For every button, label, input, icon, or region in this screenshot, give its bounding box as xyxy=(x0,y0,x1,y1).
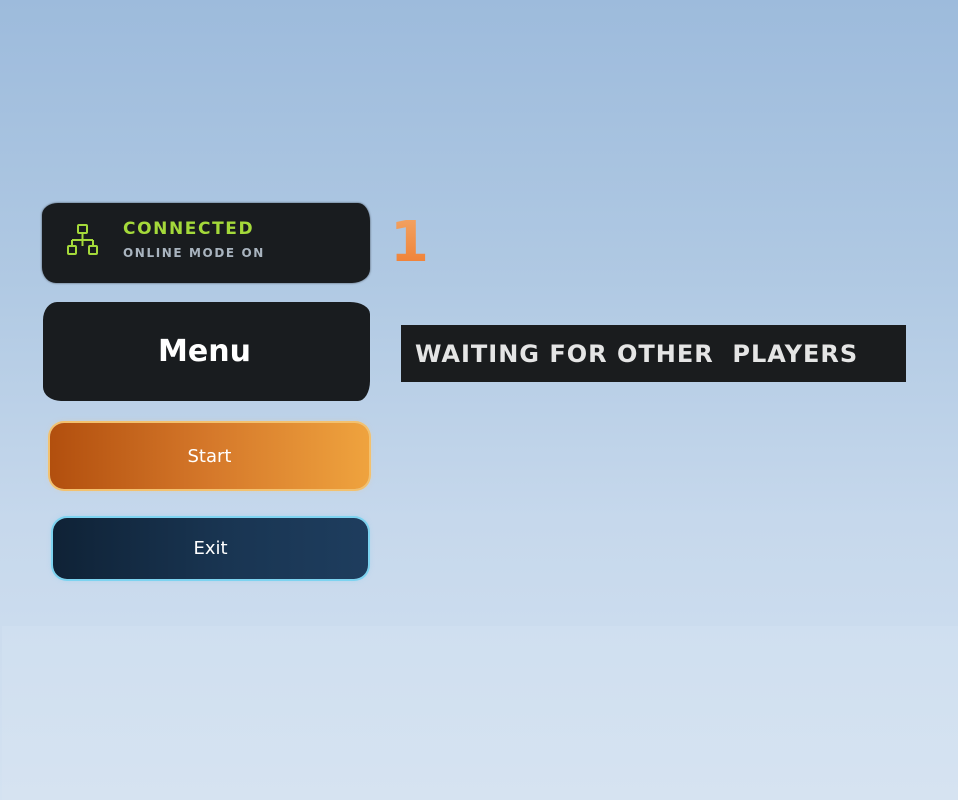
menu-title: Menu xyxy=(158,334,251,369)
waiting-banner: WAITING FOR OTHER PLAYERS xyxy=(401,325,906,382)
connection-status-title: CONNECTED xyxy=(123,219,255,239)
exit-button-label: Exit xyxy=(193,538,228,559)
connection-status-subtitle: ONLINE MODE ON xyxy=(123,246,265,260)
background-lower-panel xyxy=(2,626,958,800)
player-count: 1 xyxy=(390,210,429,275)
waiting-message: WAITING FOR OTHER PLAYERS xyxy=(415,339,859,368)
start-button[interactable]: Start xyxy=(50,423,369,489)
network-icon xyxy=(67,224,98,255)
exit-button[interactable]: Exit xyxy=(53,518,368,579)
start-button-label: Start xyxy=(187,445,232,467)
menu-header-panel: Menu xyxy=(43,302,370,401)
